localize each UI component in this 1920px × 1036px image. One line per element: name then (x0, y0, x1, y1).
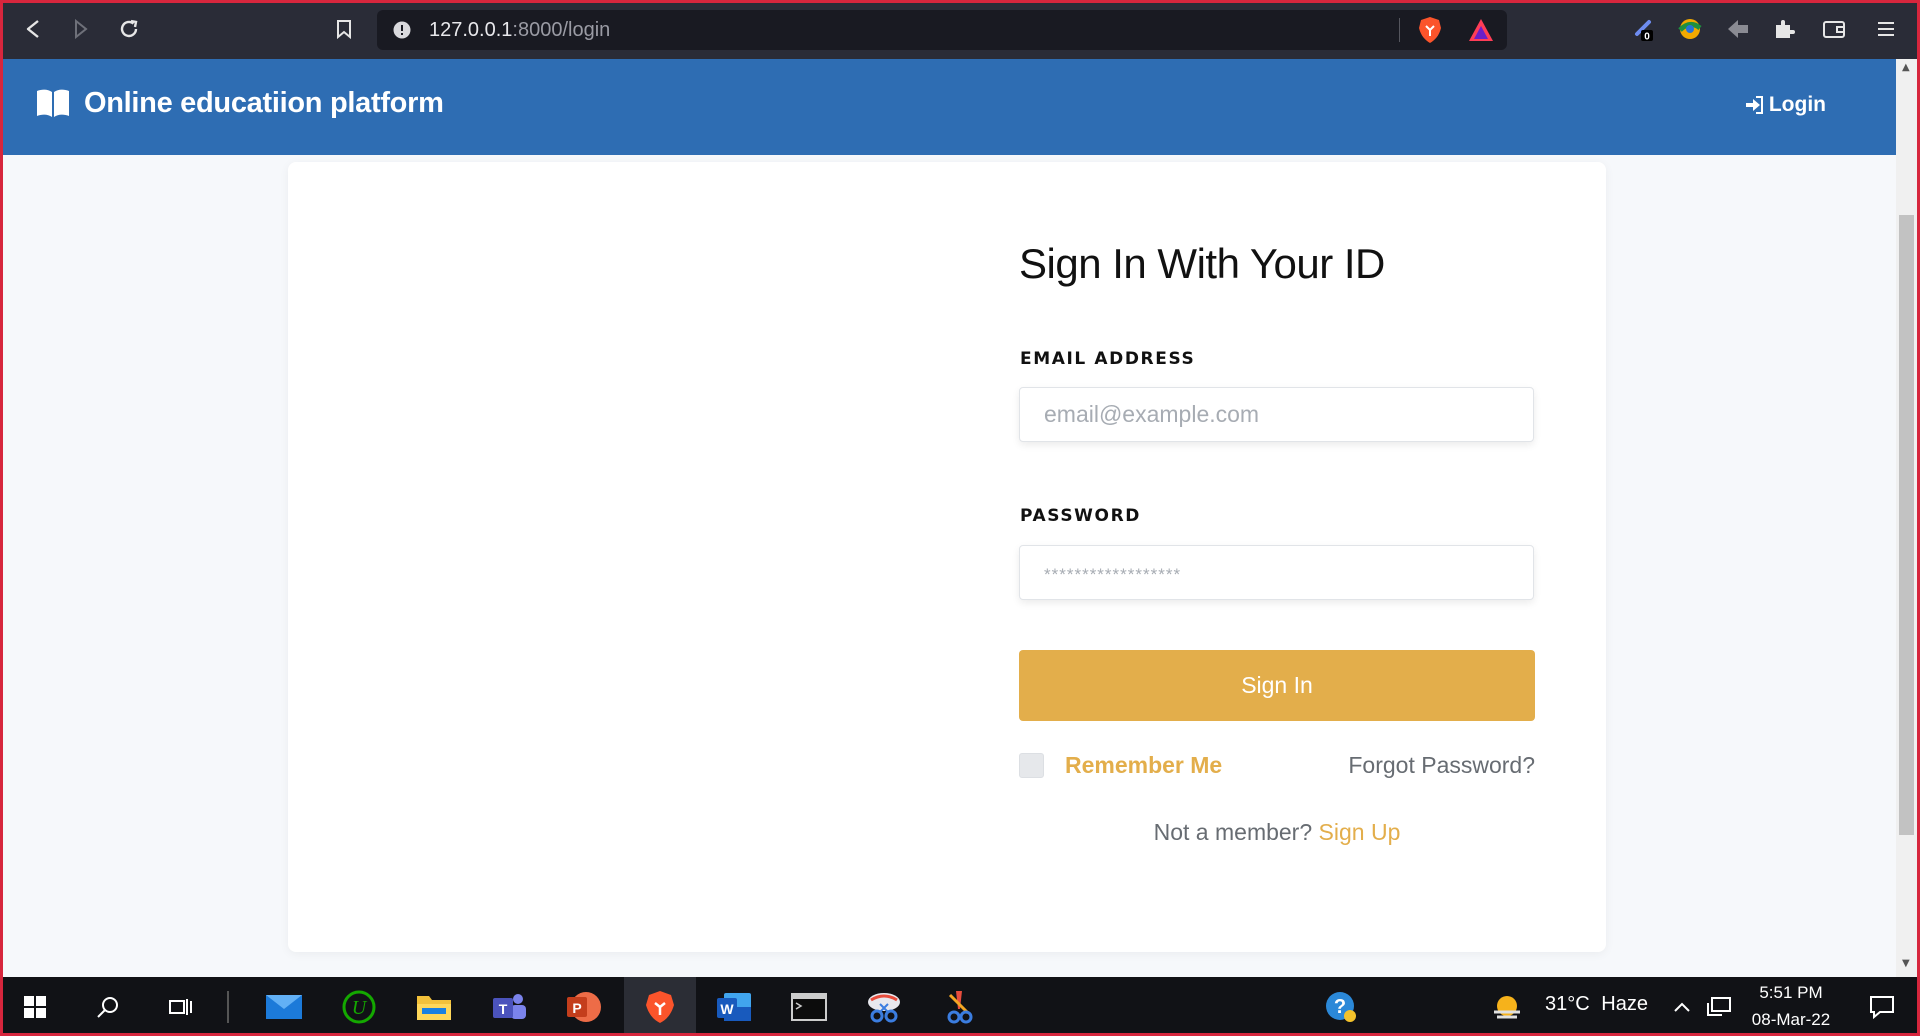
weather-text[interactable]: 31°C Haze (1545, 993, 1648, 1016)
notification-icon (1870, 995, 1894, 1019)
svg-text:T: T (499, 1001, 508, 1017)
back-arrow-icon (26, 20, 39, 38)
url-path: :8000/login (512, 19, 611, 41)
wallet-icon[interactable] (1820, 15, 1848, 43)
password-label: PASSWORD (1020, 506, 1141, 526)
upwork-icon: U (342, 990, 376, 1023)
file-explorer-app[interactable] (406, 977, 462, 1036)
brave-app[interactable] (624, 977, 696, 1036)
help-app[interactable]: ? (1313, 977, 1369, 1036)
forgot-password-link[interactable]: Forgot Password? (1348, 752, 1535, 779)
scrollbar-thumb[interactable] (1899, 215, 1914, 835)
terminal-icon (791, 992, 827, 1021)
url-text: 127.0.0.1:8000/login (429, 19, 610, 42)
paint-app[interactable] (931, 977, 987, 1036)
scroll-up-arrow-icon[interactable]: ▲ (1902, 62, 1910, 73)
snipping-tool-icon (868, 992, 900, 1022)
weather-temp: 31°C (1545, 993, 1590, 1015)
remember-me-label[interactable]: Remember Me (1065, 752, 1222, 779)
bookmark-icon (337, 20, 351, 39)
start-button[interactable] (7, 977, 63, 1036)
tray-overflow-button[interactable] (1667, 977, 1697, 1036)
sign-in-button[interactable]: Sign In (1019, 650, 1535, 721)
site-navbar: Online educatiion platform Login (3, 59, 1896, 155)
forward-arrow-icon (75, 19, 88, 39)
brand-link[interactable]: Online educatiion platform (36, 87, 444, 120)
sign-in-icon (1745, 96, 1763, 114)
weather-haze-icon (1494, 995, 1520, 1018)
os-taskbar: U T P W ? 31°C Haze 5:51 PM 08-Mar-22 (0, 977, 1920, 1036)
extension-arrow-icon[interactable] (1724, 15, 1752, 43)
extensions-puzzle-icon[interactable] (1770, 15, 1798, 43)
extension-badge: 0 (1644, 32, 1650, 43)
powerpoint-icon: P (567, 991, 601, 1022)
brave-icon (646, 990, 674, 1023)
clock-date: 08-Mar-22 (1751, 1010, 1831, 1029)
clock-time: 5:51 PM (1759, 983, 1823, 1002)
email-label: EMAIL ADDRESS (1020, 349, 1196, 369)
task-view-button[interactable] (152, 977, 208, 1036)
clock[interactable]: 5:51 PM 08-Mar-22 (1742, 983, 1840, 1030)
extension-link-icon[interactable]: 0 (1630, 15, 1658, 43)
member-prompt-text: Not a member? (1153, 819, 1313, 845)
form-title: Sign In With Your ID (1019, 240, 1385, 287)
forward-button[interactable] (66, 14, 96, 44)
network-icon (1707, 996, 1731, 1016)
windows-logo-icon (24, 995, 46, 1018)
paint-icon (947, 990, 973, 1023)
chevron-up-icon (1674, 1002, 1690, 1012)
extension-globe-icon[interactable] (1676, 15, 1704, 43)
powerpoint-app[interactable]: P (556, 977, 612, 1036)
sign-up-link[interactable]: Sign Up (1319, 819, 1401, 845)
browser-toolbar: 127.0.0.1:8000/login 0 (0, 0, 1920, 59)
email-input[interactable] (1019, 387, 1534, 442)
remember-me-row: Remember Me (1019, 752, 1222, 779)
weather-desc: Haze (1601, 993, 1648, 1015)
mail-app[interactable] (256, 977, 312, 1036)
bookmark-button[interactable] (329, 14, 359, 44)
word-icon: W (717, 992, 751, 1021)
brand-title: Online educatiion platform (84, 87, 444, 119)
reload-icon (120, 19, 138, 38)
mail-icon (266, 994, 302, 1019)
address-divider (1399, 18, 1400, 42)
word-app[interactable]: W (706, 977, 762, 1036)
teams-icon: T (493, 993, 526, 1019)
teams-app[interactable]: T (481, 977, 537, 1036)
taskbar-separator (227, 991, 229, 1023)
help-icon: ? (1326, 991, 1356, 1022)
back-button[interactable] (18, 14, 48, 44)
upwork-app[interactable]: U (331, 977, 387, 1036)
svg-text:P: P (572, 1000, 581, 1016)
svg-text:W: W (720, 1001, 734, 1017)
task-view-icon (169, 998, 192, 1015)
brave-shields-icon[interactable] (1417, 16, 1443, 44)
address-bar[interactable]: 127.0.0.1:8000/login (377, 10, 1507, 50)
nav-login-link[interactable]: Login (1745, 93, 1826, 117)
folder-icon (417, 995, 451, 1020)
login-card: Sign In With Your ID EMAIL ADDRESS PASSW… (288, 162, 1606, 952)
open-book-icon (37, 89, 69, 117)
scroll-down-arrow-icon[interactable]: ▼ (1902, 958, 1910, 969)
url-host: 127.0.0.1 (429, 19, 513, 41)
info-icon[interactable] (393, 21, 411, 39)
reload-button[interactable] (114, 14, 144, 44)
signup-prompt: Not a member? Sign Up (1019, 819, 1535, 846)
weather-widget[interactable] (1485, 977, 1529, 1036)
remember-me-checkbox[interactable] (1019, 753, 1044, 778)
brave-rewards-icon[interactable] (1467, 17, 1495, 43)
snipping-tool-app[interactable] (856, 977, 912, 1036)
svg-text:U: U (352, 997, 368, 1019)
menu-icon[interactable] (1872, 15, 1900, 43)
search-button[interactable] (80, 977, 136, 1036)
nav-login-label: Login (1768, 93, 1826, 116)
network-button[interactable] (1701, 977, 1739, 1036)
search-icon (97, 996, 118, 1018)
password-input[interactable] (1019, 545, 1534, 600)
terminal-app[interactable] (781, 977, 837, 1036)
notifications-button[interactable] (1857, 977, 1907, 1036)
